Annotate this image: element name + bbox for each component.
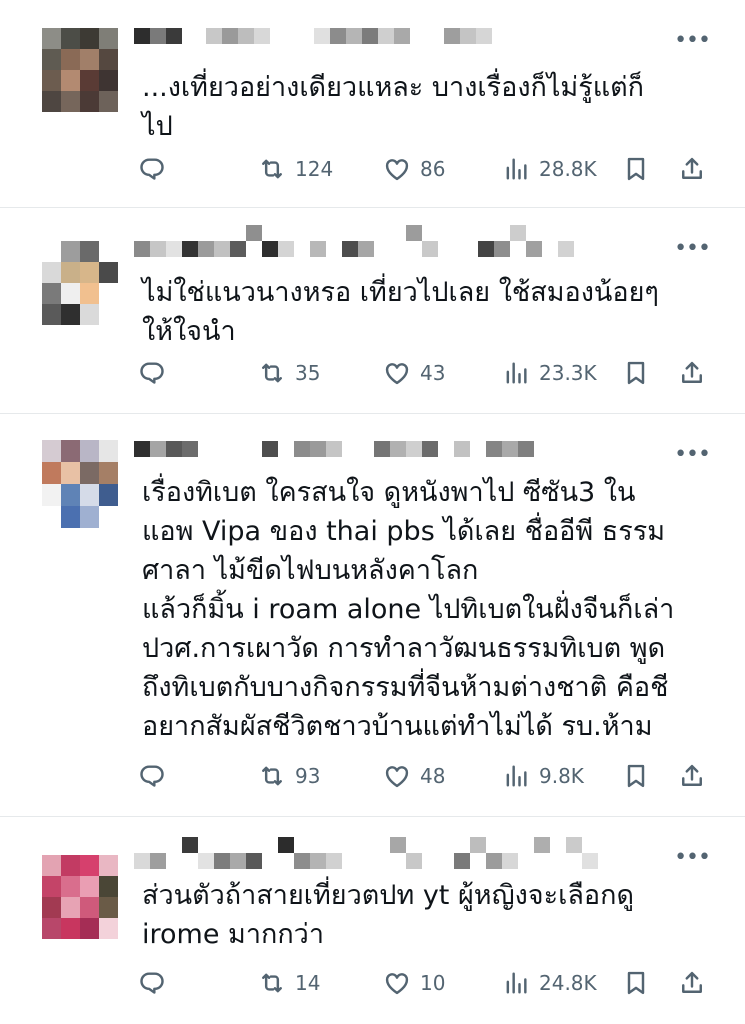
avatar[interactable]	[42, 28, 118, 112]
reply-icon	[138, 359, 166, 387]
like-button[interactable]: 10	[383, 967, 445, 999]
retweet-icon	[258, 155, 286, 183]
like-button[interactable]: 43	[383, 357, 445, 389]
author-name-redacted[interactable]	[134, 225, 654, 257]
post-2[interactable]: ••• ไม่ใช่แนวนางหรอ เที่ยวไปเลย ใช้สมองน…	[0, 208, 745, 413]
reply-icon	[138, 969, 166, 997]
more-options-icon[interactable]: •••	[674, 847, 711, 869]
more-options-icon[interactable]: •••	[674, 238, 711, 260]
post-text: ส่วนตัวถ้าสายเที่ยวตปท yt ผู้หญิงจะเลือก…	[142, 880, 634, 950]
views-icon	[502, 359, 530, 387]
views-count: 9.8K	[539, 764, 584, 788]
views-count: 23.3K	[539, 361, 597, 385]
like-button[interactable]: 48	[383, 760, 445, 792]
bookmark-button[interactable]	[622, 357, 650, 389]
more-options-icon[interactable]: •••	[674, 444, 711, 466]
author-name-redacted[interactable]	[134, 441, 554, 457]
bookmark-button[interactable]	[622, 760, 650, 792]
views-button[interactable]: 9.8K	[502, 760, 584, 792]
action-bar: 35 43 23.3K	[138, 357, 708, 389]
avatar[interactable]	[42, 855, 118, 939]
share-button[interactable]	[678, 153, 706, 185]
like-count: 10	[420, 971, 446, 995]
share-icon	[678, 969, 706, 997]
like-button[interactable]: 86	[383, 153, 445, 185]
post-3[interactable]: ••• เรื่องทิเบต ใครสนใจ ดูหนังพาไป ซีซัน…	[0, 414, 745, 816]
post-1[interactable]: ••• ...งเที่ยวอย่างเดียวแหละ บางเรื่องก็…	[0, 0, 745, 207]
avatar[interactable]	[42, 241, 118, 325]
share-button[interactable]	[678, 967, 706, 999]
views-icon	[502, 762, 530, 790]
retweet-button[interactable]: 93	[258, 760, 320, 792]
like-icon	[383, 155, 411, 183]
views-button[interactable]: 24.8K	[502, 967, 597, 999]
reply-button[interactable]	[138, 967, 166, 999]
like-count: 43	[420, 361, 446, 385]
retweet-count: 35	[295, 361, 321, 385]
share-icon	[678, 359, 706, 387]
share-button[interactable]	[678, 357, 706, 389]
views-count: 28.8K	[539, 157, 597, 181]
views-button[interactable]: 28.8K	[502, 153, 597, 185]
post-text: ...งเที่ยวอย่างเดียวแหละ บางเรื่องก็ไม่ร…	[142, 72, 645, 142]
retweet-icon	[258, 762, 286, 790]
retweet-button[interactable]: 35	[258, 357, 320, 389]
like-icon	[383, 762, 411, 790]
avatar[interactable]	[42, 440, 118, 530]
action-bar: 93 48 9.8K	[138, 760, 708, 792]
post-4[interactable]: ••• ส่วนตัวถ้าสายเที่ยวตปท yt ผู้หญิงจะเ…	[0, 817, 745, 1024]
retweet-count: 14	[295, 971, 321, 995]
bookmark-icon	[622, 762, 650, 790]
views-icon	[502, 969, 530, 997]
retweet-count: 93	[295, 764, 321, 788]
views-count: 24.8K	[539, 971, 597, 995]
author-name-redacted[interactable]	[134, 28, 514, 44]
post-text: เรื่องทิเบต ใครสนใจ ดูหนังพาไป ซีซัน3 ใน…	[142, 477, 675, 742]
author-name-redacted[interactable]	[134, 837, 634, 869]
bookmark-button[interactable]	[622, 153, 650, 185]
bookmark-button[interactable]	[622, 967, 650, 999]
like-count: 86	[420, 157, 446, 181]
retweet-button[interactable]: 14	[258, 967, 320, 999]
more-options-icon[interactable]: •••	[674, 30, 711, 52]
views-button[interactable]: 23.3K	[502, 357, 597, 389]
reply-icon	[138, 762, 166, 790]
reply-button[interactable]	[138, 357, 166, 389]
retweet-button[interactable]: 124	[258, 153, 333, 185]
reply-button[interactable]	[138, 760, 166, 792]
like-icon	[383, 969, 411, 997]
action-bar: 14 10 24.8K	[138, 967, 708, 999]
reply-button[interactable]	[138, 153, 166, 185]
share-button[interactable]	[678, 760, 706, 792]
retweet-count: 124	[295, 157, 334, 181]
bookmark-icon	[622, 969, 650, 997]
views-icon	[502, 155, 530, 183]
post-text: ไม่ใช่แนวนางหรอ เที่ยวไปเลย ใช้สมองน้อยๆ…	[142, 277, 659, 347]
bookmark-icon	[622, 155, 650, 183]
share-icon	[678, 762, 706, 790]
retweet-icon	[258, 359, 286, 387]
reply-icon	[138, 155, 166, 183]
like-icon	[383, 359, 411, 387]
retweet-icon	[258, 969, 286, 997]
action-bar: 124 86 28.8K	[138, 153, 708, 185]
share-icon	[678, 155, 706, 183]
like-count: 48	[420, 764, 446, 788]
bookmark-icon	[622, 359, 650, 387]
